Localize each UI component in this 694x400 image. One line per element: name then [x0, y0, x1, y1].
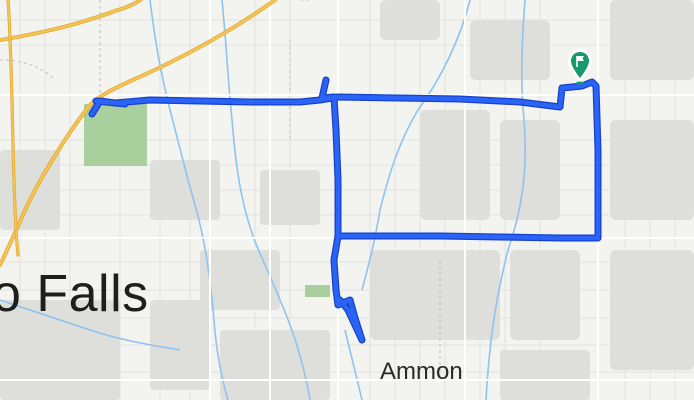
- map-view[interactable]: o Falls Ammon: [0, 0, 694, 400]
- flag-pin-icon[interactable]: [565, 47, 595, 85]
- city-label: o Falls: [0, 265, 149, 323]
- town-label: Ammon: [380, 358, 463, 385]
